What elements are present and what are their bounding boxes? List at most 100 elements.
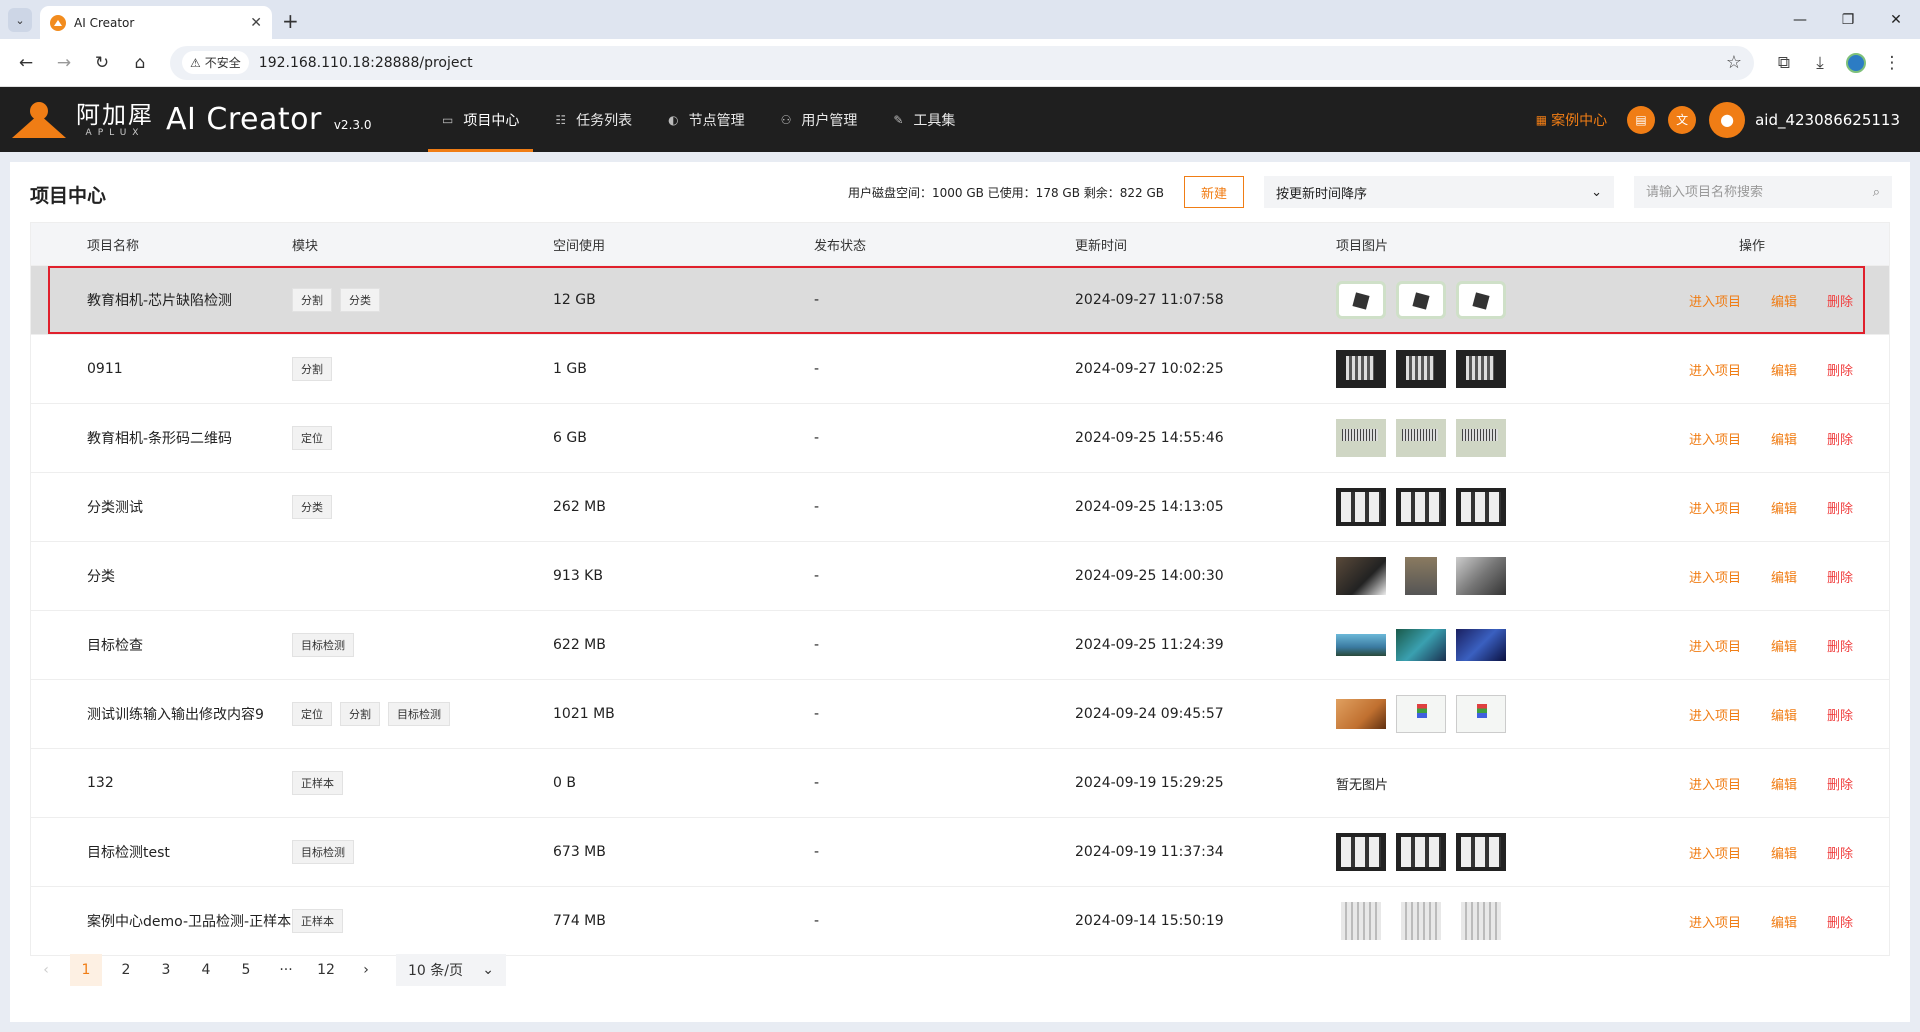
edit-link[interactable]: 编辑 [1771, 774, 1797, 793]
delete-link[interactable]: 删除 [1827, 498, 1853, 517]
edit-link[interactable]: 编辑 [1771, 567, 1797, 586]
delete-link[interactable]: 删除 [1827, 567, 1853, 586]
browser-menu-icon[interactable]: ⋮ [1874, 47, 1910, 79]
enter-project-link[interactable]: 进入项目 [1689, 291, 1741, 310]
enter-project-link[interactable]: 进入项目 [1689, 705, 1741, 724]
page-number[interactable]: 3 [150, 954, 182, 986]
project-thumbnail[interactable] [1456, 557, 1506, 595]
enter-project-link[interactable]: 进入项目 [1689, 843, 1741, 862]
download-icon[interactable]: ⤓ [1802, 47, 1838, 79]
search-icon[interactable]: ⌕ [1873, 185, 1880, 200]
delete-link[interactable]: 删除 [1827, 291, 1853, 310]
project-thumbnail[interactable] [1456, 695, 1506, 733]
project-thumbnail[interactable] [1456, 833, 1506, 871]
project-thumbnail[interactable] [1341, 902, 1381, 940]
enter-project-link[interactable]: 进入项目 [1689, 567, 1741, 586]
project-thumbnail[interactable] [1456, 419, 1506, 457]
new-project-button[interactable]: 新建 [1184, 176, 1244, 208]
project-thumbnail[interactable] [1336, 281, 1386, 319]
project-thumbnail[interactable] [1401, 902, 1441, 940]
nav-node-management[interactable]: ◐ 节点管理 [654, 87, 758, 152]
enter-project-link[interactable]: 进入项目 [1689, 774, 1741, 793]
project-thumbnail[interactable] [1461, 902, 1501, 940]
page-number[interactable]: 5 [230, 954, 262, 986]
project-thumbnail[interactable] [1336, 833, 1386, 871]
edit-link[interactable]: 编辑 [1771, 498, 1797, 517]
edit-link[interactable]: 编辑 [1771, 291, 1797, 310]
project-thumbnail[interactable] [1336, 699, 1386, 729]
nav-user-management[interactable]: ⚇ 用户管理 [767, 87, 872, 152]
home-icon[interactable]: ⌂ [124, 47, 156, 79]
table-row[interactable]: 案例中心demo-卫品检测-正样本 正样本 774 MB - 2024-09-14 15… [31, 886, 1889, 955]
extensions-puzzle-icon[interactable]: ⧉ [1766, 47, 1802, 79]
enter-project-link[interactable]: 进入项目 [1689, 360, 1741, 379]
delete-link[interactable]: 删除 [1827, 429, 1853, 448]
url-text[interactable]: 192.168.110.18:28888/project [259, 55, 1726, 71]
table-row[interactable]: 教育相机-条形码二维码 定位 6 GB - 2024-09-25 14:55:46 进入项… [31, 403, 1889, 472]
docs-book-icon[interactable]: ▤ [1627, 105, 1656, 134]
window-close-icon[interactable]: ✕ [1872, 0, 1920, 39]
page-number[interactable]: 4 [190, 954, 222, 986]
back-arrow-icon[interactable]: ← [10, 47, 42, 79]
delete-link[interactable]: 删除 [1827, 843, 1853, 862]
new-tab-plus-icon[interactable]: + [282, 9, 299, 33]
security-indicator[interactable]: ⚠ 不安全 [182, 51, 249, 74]
project-thumbnail[interactable] [1396, 350, 1446, 388]
delete-link[interactable]: 删除 [1827, 774, 1853, 793]
project-thumbnail[interactable] [1396, 488, 1446, 526]
page-number[interactable]: ··· [270, 954, 302, 986]
search-input[interactable] [1646, 184, 1846, 200]
enter-project-link[interactable]: 进入项目 [1689, 498, 1741, 517]
bookmark-star-icon[interactable]: ☆ [1726, 52, 1742, 73]
edit-link[interactable]: 编辑 [1771, 360, 1797, 379]
table-row[interactable]: 132 正样本 0 B - 2024-09-19 15:29:25 暂无图片 进入项目 编辑 删… [31, 748, 1889, 817]
reload-icon[interactable]: ↻ [86, 47, 118, 79]
restore-icon[interactable]: ❐ [1824, 0, 1872, 39]
table-row[interactable]: 教育相机-芯片缺陷检测 分割 分类 12 GB -2024-09-27 11:07:58… [31, 265, 1889, 334]
page-number[interactable]: 12 [310, 954, 342, 986]
user-avatar-icon[interactable]: ● [1709, 101, 1746, 138]
page-number[interactable]: 1 [70, 954, 102, 986]
profile-avatar[interactable] [1838, 47, 1874, 79]
project-thumbnail[interactable] [1456, 488, 1506, 526]
tab-list-chevron-icon[interactable]: ⌄ [8, 8, 32, 32]
delete-link[interactable]: 删除 [1827, 636, 1853, 655]
project-thumbnail[interactable] [1336, 419, 1386, 457]
sort-select[interactable]: 按更新时间降序 ⌄ [1264, 176, 1614, 208]
table-row[interactable]: 目标检测test 目标检测 673 MB - 2024-09-19 11:37:34 进入… [31, 817, 1889, 886]
project-thumbnail[interactable] [1456, 629, 1506, 661]
next-page-button[interactable]: › [350, 954, 382, 986]
delete-link[interactable]: 删除 [1827, 360, 1853, 379]
edit-link[interactable]: 编辑 [1771, 705, 1797, 724]
enter-project-link[interactable]: 进入项目 [1689, 912, 1741, 931]
close-icon[interactable]: ✕ [250, 15, 262, 31]
edit-link[interactable]: 编辑 [1771, 636, 1797, 655]
nav-toolset[interactable]: ✎ 工具集 [879, 87, 969, 152]
project-thumbnail[interactable] [1396, 281, 1446, 319]
project-thumbnail[interactable] [1396, 695, 1446, 733]
table-row[interactable]: 分类测试 分类 262 MB - 2024-09-25 14:13:05 进入项目 编辑 删除 [31, 472, 1889, 541]
page-size-select[interactable]: 10 条/页 ⌄ [396, 954, 506, 986]
project-thumbnail[interactable] [1405, 557, 1437, 595]
project-thumbnail[interactable] [1336, 350, 1386, 388]
app-logo[interactable]: 阿加犀 APLUX AI Creator v2.3.0 [12, 100, 412, 140]
address-bar[interactable]: ⚠ 不安全 192.168.110.18:28888/project ☆ [170, 45, 1754, 80]
project-thumbnail[interactable] [1336, 557, 1386, 595]
translate-icon[interactable]: 文 [1668, 105, 1697, 134]
browser-tab[interactable]: AI Creator ✕ [40, 6, 272, 39]
table-row[interactable]: 测试训练输入输出修改内容9 定位 分割 目标检测 1021 MB -2024-09-24 … [31, 679, 1889, 748]
enter-project-link[interactable]: 进入项目 [1689, 636, 1741, 655]
delete-link[interactable]: 删除 [1827, 912, 1853, 931]
forward-arrow-icon[interactable]: → [48, 47, 80, 79]
edit-link[interactable]: 编辑 [1771, 912, 1797, 931]
prev-page-button[interactable]: ‹ [30, 954, 62, 986]
project-thumbnail[interactable] [1456, 350, 1506, 388]
nav-project-center[interactable]: ▭ 项目中心 [428, 87, 534, 152]
page-number[interactable]: 2 [110, 954, 142, 986]
edit-link[interactable]: 编辑 [1771, 843, 1797, 862]
project-thumbnail[interactable] [1456, 281, 1506, 319]
project-thumbnail[interactable] [1336, 488, 1386, 526]
table-row[interactable]: 目标检查 目标检测 622 MB - 2024-09-25 11:24:39 进入项目 编辑… [31, 610, 1889, 679]
minimize-icon[interactable]: — [1776, 0, 1824, 39]
nav-task-list[interactable]: ☷ 任务列表 [541, 87, 646, 152]
